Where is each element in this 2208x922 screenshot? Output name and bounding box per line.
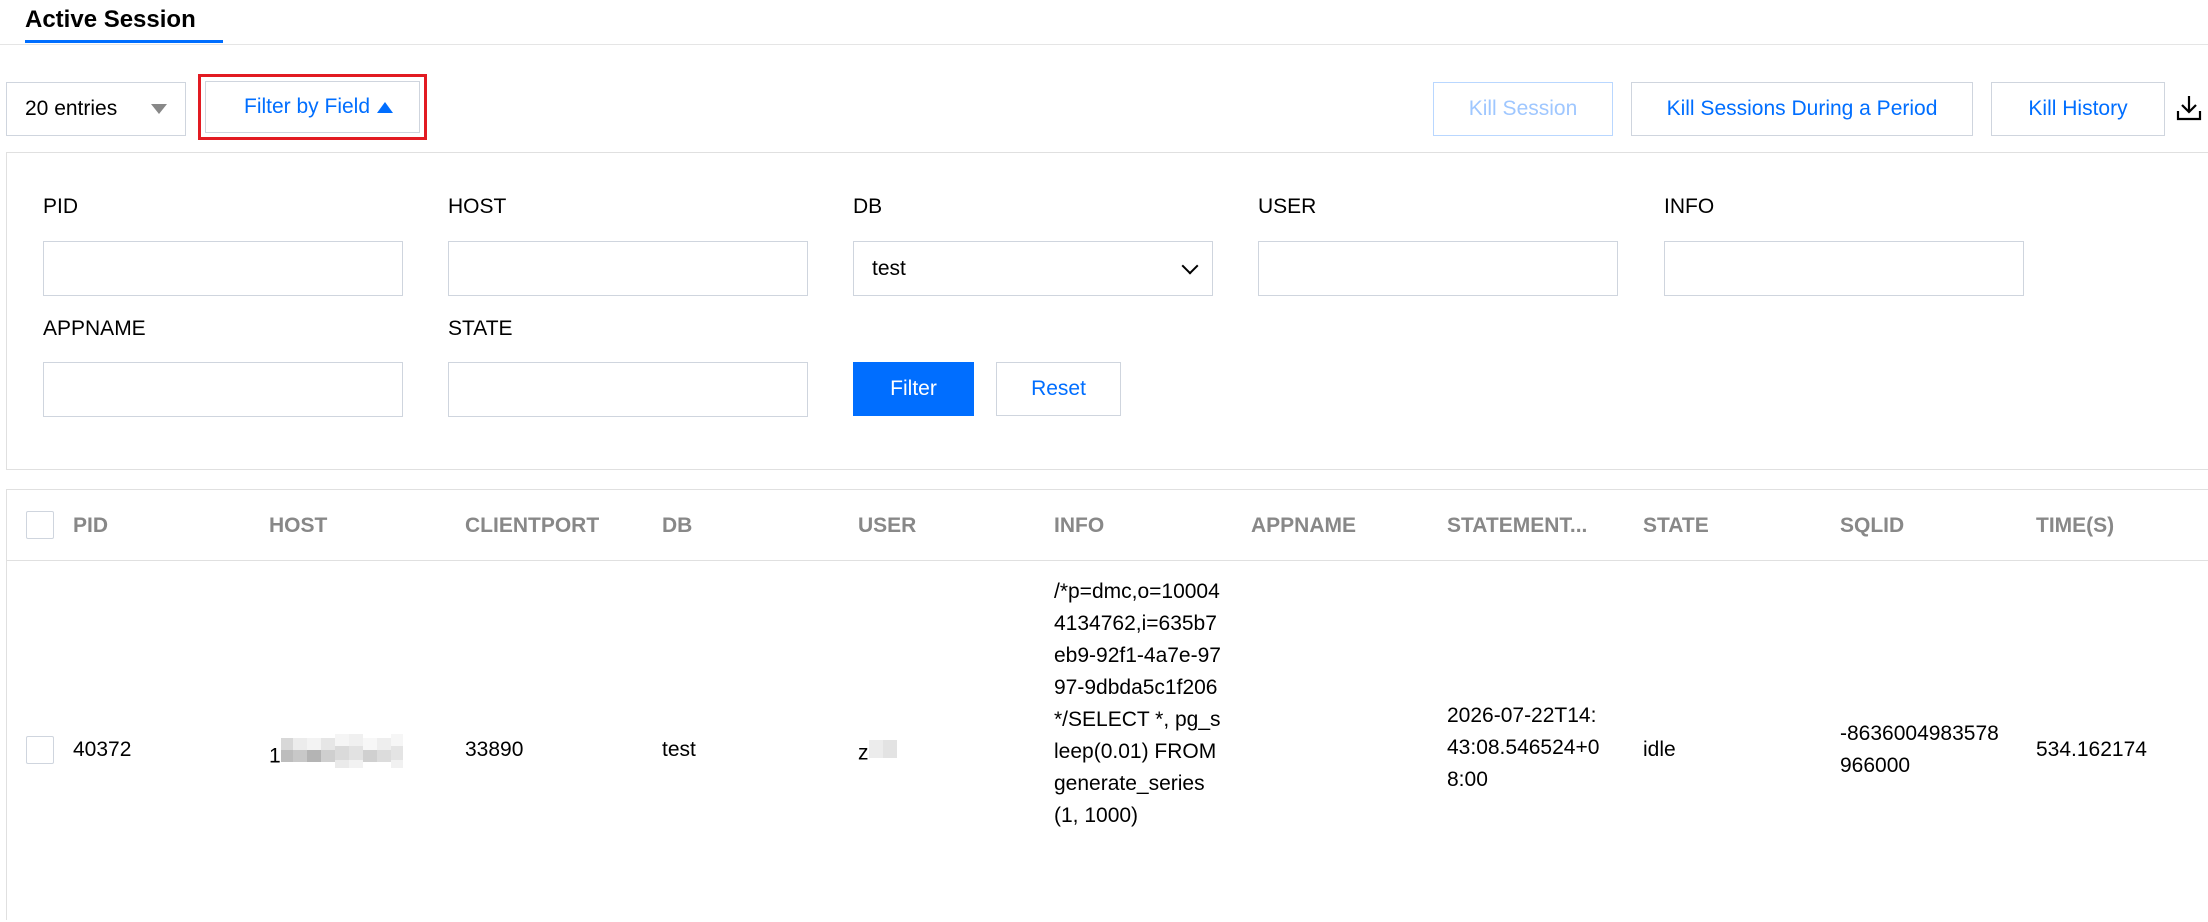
cell-statement: 2026-07-22T14:43:08.546524+08:00 [1447, 704, 1600, 791]
filter-appname-label: APPNAME [43, 317, 146, 340]
kill-sessions-during-period-button[interactable]: Kill Sessions During a Period [1631, 82, 1973, 136]
filter-host-label: HOST [448, 195, 507, 218]
kill-session-button[interactable]: Kill Session [1433, 82, 1613, 136]
filter-state-label: STATE [448, 317, 513, 340]
chevron-down-icon [1181, 257, 1199, 275]
filter-pid-label: PID [43, 195, 79, 218]
column-header-statement[interactable]: STATEMENT... [1447, 490, 1587, 561]
filter-by-field-label: Filter by Field [244, 95, 371, 118]
filter-state-input[interactable] [448, 362, 808, 417]
filter-info-input[interactable] [1664, 241, 2024, 296]
column-header-db[interactable]: DB [662, 490, 692, 561]
cell-sqlid: -8636004983578966000 [1840, 722, 1999, 777]
filter-by-field-button[interactable]: Filter by Field [198, 74, 427, 140]
filter-db-label: DB [853, 195, 883, 218]
column-header-user[interactable]: USER [858, 490, 916, 561]
tab-active-session[interactable]: Active Session [25, 4, 196, 45]
filter-panel: PID HOST DB test USER INFO APPNAME STATE… [6, 152, 2208, 470]
column-header-time[interactable]: TIME(S) [2036, 490, 2114, 561]
cell-user-value: z [858, 741, 869, 765]
redacted-user [868, 734, 899, 774]
reset-button[interactable]: Reset [996, 362, 1121, 416]
column-header-appname[interactable]: APPNAME [1251, 490, 1356, 561]
tab-active-indicator [25, 40, 223, 43]
row-checkbox[interactable] [26, 736, 54, 764]
cell-clientport: 33890 [465, 738, 524, 761]
cell-info: /*p=dmc,o=100044134762,i=635b7eb9-92f1-4… [1054, 580, 1221, 827]
tab-bar: Active Session [0, 0, 2208, 45]
filter-by-field-inner: Filter by Field [205, 81, 420, 133]
cell-pid: 40372 [73, 738, 132, 761]
download-icon[interactable] [2176, 94, 2202, 122]
cell-user: z [858, 734, 899, 774]
entries-per-page-value: 20 entries [25, 97, 118, 120]
table-row: 40372 1 33890 test z /*p=dmc,o=100044134… [7, 562, 2208, 922]
column-header-sqlid[interactable]: SQLID [1840, 490, 1904, 561]
caret-up-icon [377, 102, 393, 113]
cell-db: test [662, 738, 696, 761]
cell-host: 1 [269, 734, 413, 780]
column-header-clientport[interactable]: CLIENTPORT [465, 490, 599, 561]
cell-state: idle [1643, 738, 1676, 761]
select-all-checkbox[interactable] [26, 511, 54, 539]
filter-info-label: INFO [1664, 195, 1715, 218]
filter-appname-input[interactable] [43, 362, 403, 417]
column-header-info[interactable]: INFO [1054, 490, 1104, 561]
column-header-state[interactable]: STATE [1643, 490, 1709, 561]
caret-down-icon [151, 104, 167, 114]
filter-user-input[interactable] [1258, 241, 1618, 296]
entries-per-page-select[interactable]: 20 entries [6, 82, 186, 136]
cell-host-value: 1 [269, 744, 281, 768]
filter-pid-input[interactable] [43, 241, 403, 296]
filter-db-select[interactable]: test [853, 241, 1213, 296]
filter-host-input[interactable] [448, 241, 808, 296]
table-header: PID HOST CLIENTPORT DB USER INFO APPNAME… [7, 490, 2208, 561]
filter-user-label: USER [1258, 195, 1317, 218]
filter-button[interactable]: Filter [853, 362, 974, 416]
kill-history-button[interactable]: Kill History [1991, 82, 2165, 136]
sessions-table: PID HOST CLIENTPORT DB USER INFO APPNAME… [6, 489, 2208, 920]
column-header-host[interactable]: HOST [269, 490, 327, 561]
filter-db-value: test [872, 257, 906, 280]
redacted-host [280, 734, 413, 780]
cell-time: 534.162174 [2036, 738, 2147, 761]
column-header-pid[interactable]: PID [73, 490, 108, 561]
